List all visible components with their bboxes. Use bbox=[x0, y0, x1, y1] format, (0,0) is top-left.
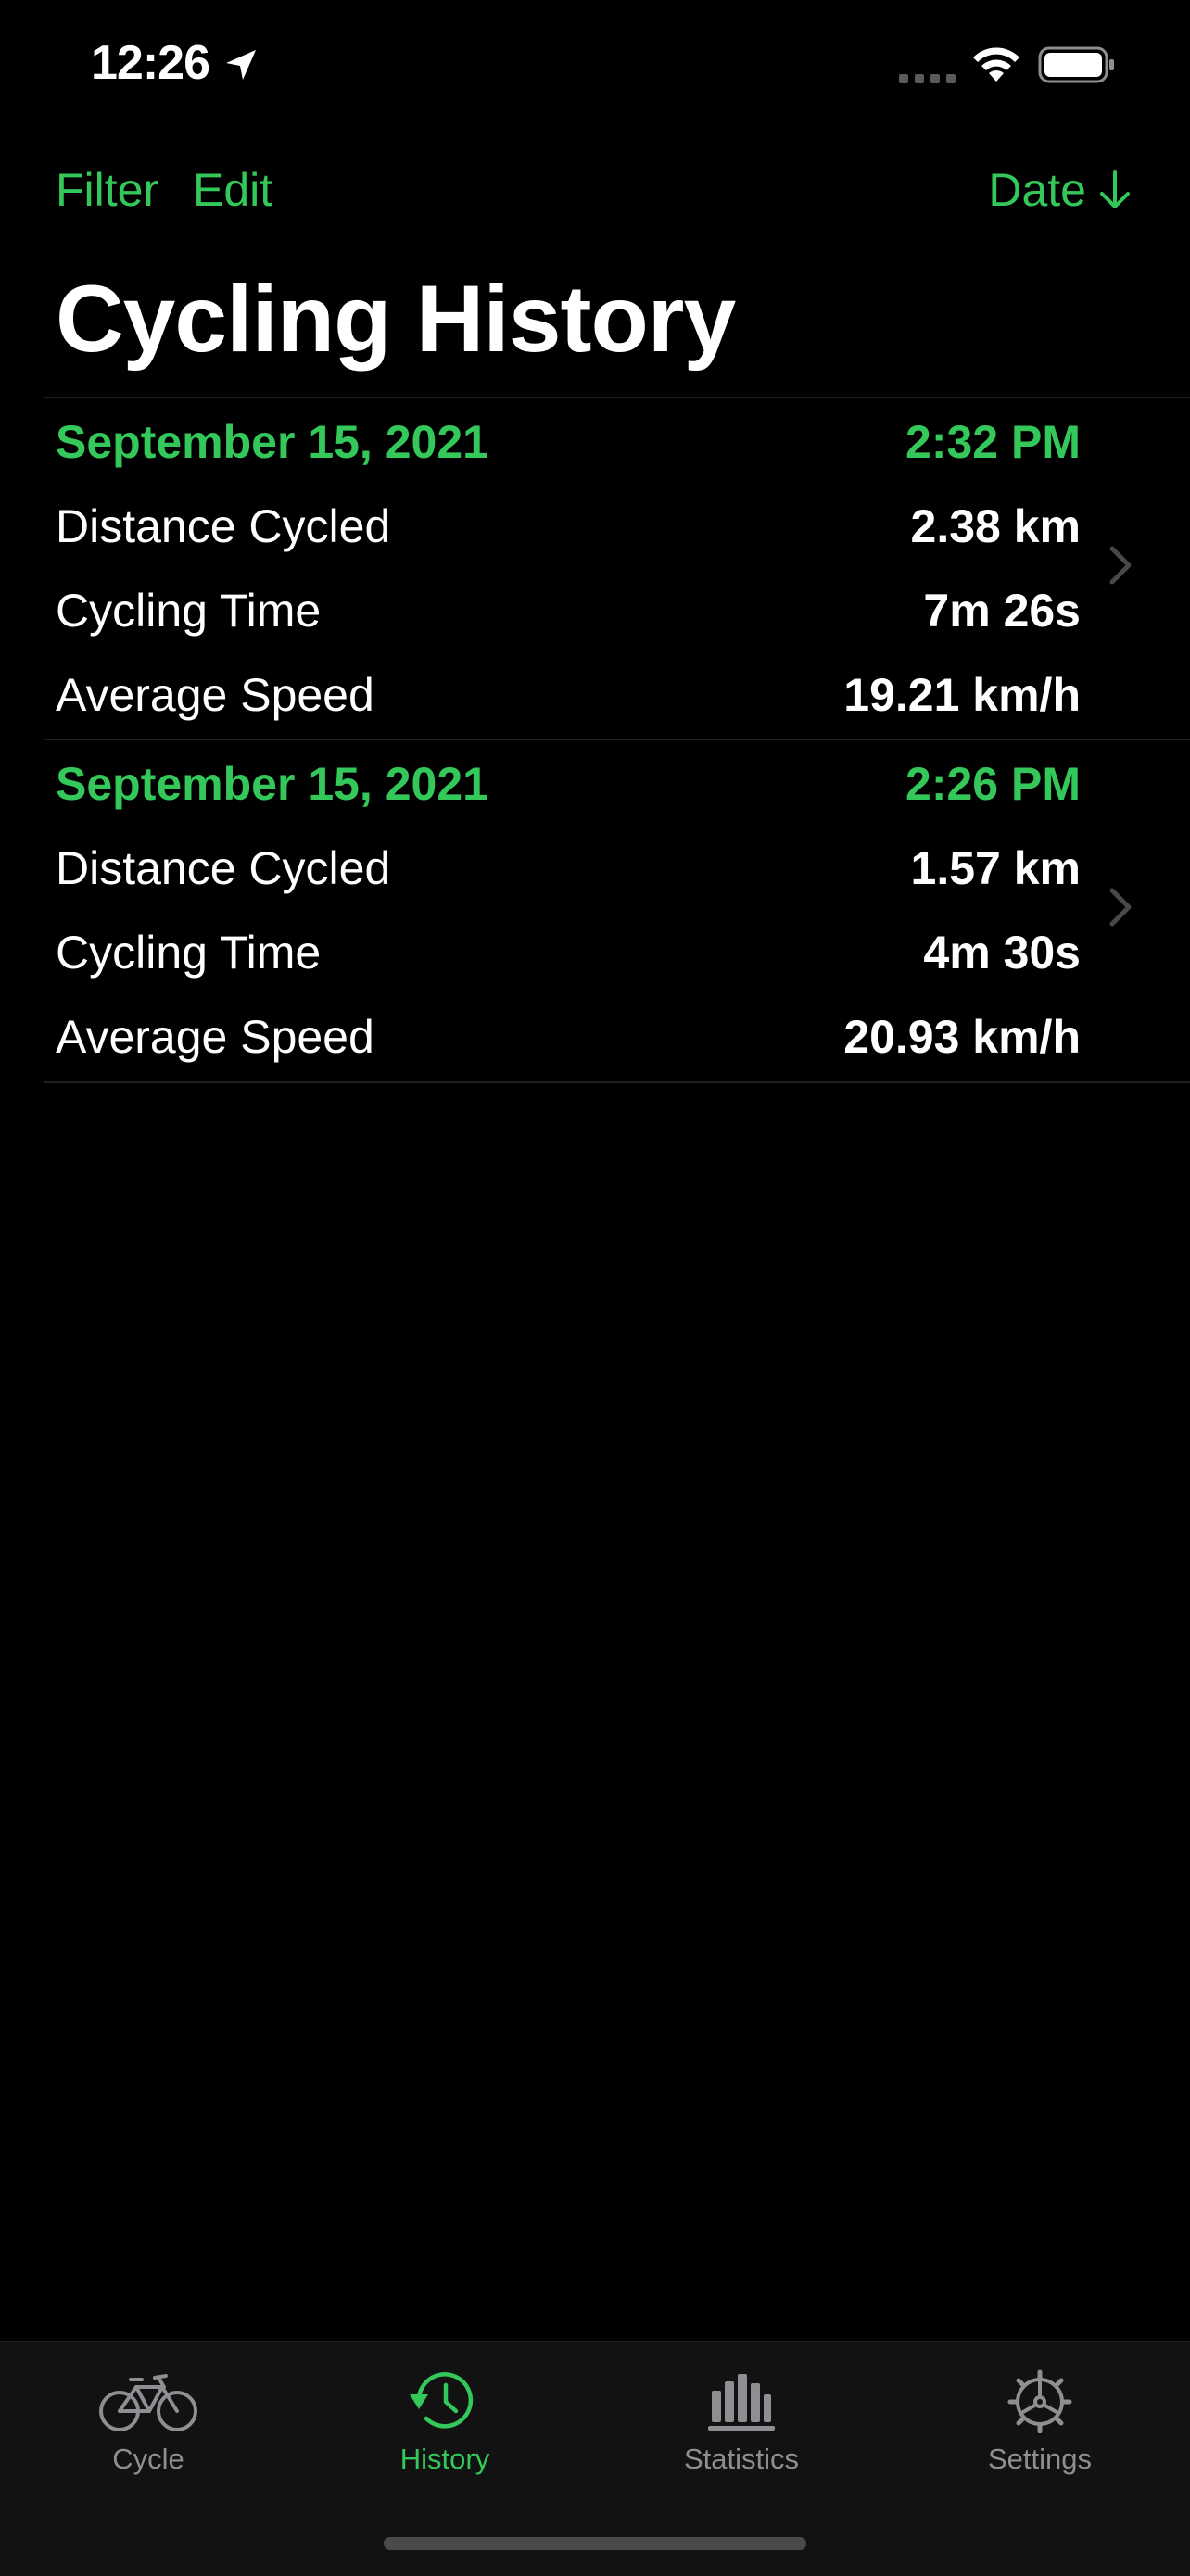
average-speed-row: Average Speed 20.93 km/h bbox=[56, 995, 1081, 1079]
battery-icon bbox=[1038, 46, 1114, 83]
status-time: 12:26 bbox=[91, 36, 210, 90]
history-entry[interactable]: September 15, 2021 2:32 PM Distance Cycl… bbox=[44, 397, 1190, 739]
cycling-time-label: Cycling Time bbox=[56, 927, 322, 979]
distance-label: Distance Cycled bbox=[56, 842, 391, 894]
status-bar: 12:26 bbox=[0, 0, 1190, 130]
entry-date: September 15, 2021 bbox=[56, 416, 488, 468]
wifi-icon bbox=[973, 47, 1019, 82]
page-title: Cycling History bbox=[56, 266, 736, 372]
home-indicator[interactable] bbox=[384, 2537, 806, 2550]
tab-settings[interactable]: Settings bbox=[938, 2368, 1142, 2476]
history-entry[interactable]: September 15, 2021 2:26 PM Distance Cycl… bbox=[44, 739, 1190, 1083]
distance-value: 1.57 km bbox=[910, 842, 1081, 894]
cycling-time-value: 7m 26s bbox=[923, 585, 1081, 637]
bar-chart-icon bbox=[708, 2374, 775, 2431]
sort-button[interactable]: Date bbox=[988, 163, 1133, 217]
entry-header: September 15, 2021 2:32 PM bbox=[56, 400, 1081, 484]
average-speed-value: 20.93 km/h bbox=[843, 1011, 1081, 1063]
entry-time: 2:32 PM bbox=[905, 416, 1081, 468]
chevron-right-icon bbox=[1109, 888, 1132, 927]
average-speed-label: Average Speed bbox=[56, 1011, 374, 1063]
history-icon bbox=[410, 2372, 474, 2429]
cycling-time-value: 4m 30s bbox=[923, 927, 1081, 979]
distance-row: Distance Cycled 1.57 km bbox=[56, 827, 1081, 910]
tab-cycle[interactable]: Cycle bbox=[46, 2368, 250, 2476]
cycling-time-label: Cycling Time bbox=[56, 585, 322, 637]
tab-label: Cycle bbox=[112, 2443, 184, 2475]
distance-value: 2.38 km bbox=[910, 500, 1081, 552]
arrow-down-icon bbox=[1100, 170, 1130, 208]
gear-icon bbox=[1007, 2369, 1072, 2433]
entry-date: September 15, 2021 bbox=[56, 758, 488, 810]
chevron-right-icon bbox=[1109, 546, 1132, 585]
tab-history[interactable]: History bbox=[343, 2368, 547, 2476]
filter-button[interactable]: Filter bbox=[56, 163, 158, 217]
bicycle-icon bbox=[99, 2374, 197, 2431]
distance-row: Distance Cycled 2.38 km bbox=[56, 485, 1081, 568]
location-arrow-icon bbox=[226, 50, 256, 80]
distance-label: Distance Cycled bbox=[56, 500, 391, 552]
average-speed-value: 19.21 km/h bbox=[843, 669, 1081, 721]
entry-time: 2:26 PM bbox=[905, 758, 1081, 810]
edit-button[interactable]: Edit bbox=[193, 163, 272, 217]
average-speed-label: Average Speed bbox=[56, 669, 374, 721]
tab-label: Statistics bbox=[683, 2443, 800, 2475]
average-speed-row: Average Speed 19.21 km/h bbox=[56, 653, 1081, 737]
sort-label: Date bbox=[988, 164, 1086, 216]
cellular-signal-icon bbox=[899, 74, 956, 83]
cycling-time-row: Cycling Time 7m 26s bbox=[56, 569, 1081, 652]
tab-statistics[interactable]: Statistics bbox=[639, 2368, 843, 2476]
cycling-time-row: Cycling Time 4m 30s bbox=[56, 911, 1081, 994]
entry-header: September 15, 2021 2:26 PM bbox=[56, 742, 1081, 826]
tab-label: History bbox=[399, 2443, 490, 2475]
tab-label: Settings bbox=[987, 2443, 1092, 2475]
